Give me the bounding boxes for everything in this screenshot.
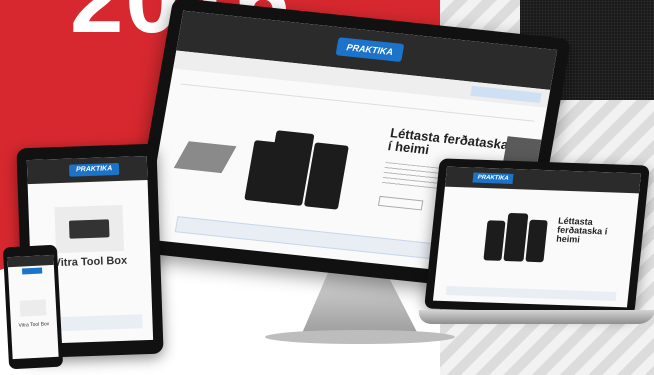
phone-product-title: Vitra Tool Box	[18, 321, 50, 329]
product-image	[173, 99, 400, 221]
suitcase-large	[502, 212, 528, 262]
laptop-product-image	[452, 201, 556, 274]
site-logo[interactable]: PRAKTIKA	[335, 37, 405, 63]
toolbox-image	[69, 219, 110, 239]
phone-screen: Vitra Tool Box	[7, 254, 59, 360]
phone-header	[7, 254, 54, 268]
suitcase-small	[524, 219, 548, 263]
laptop-logo[interactable]: PRAKTIKA	[472, 172, 514, 184]
tablet-header: PRAKTIKA	[26, 155, 148, 185]
laptop-header: PRAKTIKA	[444, 166, 642, 194]
toolbox-image	[173, 141, 237, 174]
laptop-device: PRAKTIKA Léttasta ferðataska í heimi	[424, 158, 650, 316]
tablet-logo[interactable]: PRAKTIKA	[68, 162, 120, 177]
phone-product-image	[19, 299, 47, 317]
monitor-base	[265, 330, 455, 344]
laptop-product-title: Léttasta ferðataska í heimi	[555, 215, 608, 245]
phone-device: Vitra Tool Box	[2, 244, 64, 370]
laptop-search-input[interactable]	[445, 286, 617, 301]
laptop-screen: PRAKTIKA Léttasta ferðataska í heimi	[432, 166, 642, 308]
tablet-product-image	[54, 204, 124, 254]
laptop-base	[417, 310, 654, 324]
phone-logo[interactable]	[21, 267, 43, 275]
device-mockup-scene: 2016 PRAKTIKA Léttasta ferðataska í heim…	[0, 0, 654, 375]
suitcase-medium	[482, 220, 506, 261]
